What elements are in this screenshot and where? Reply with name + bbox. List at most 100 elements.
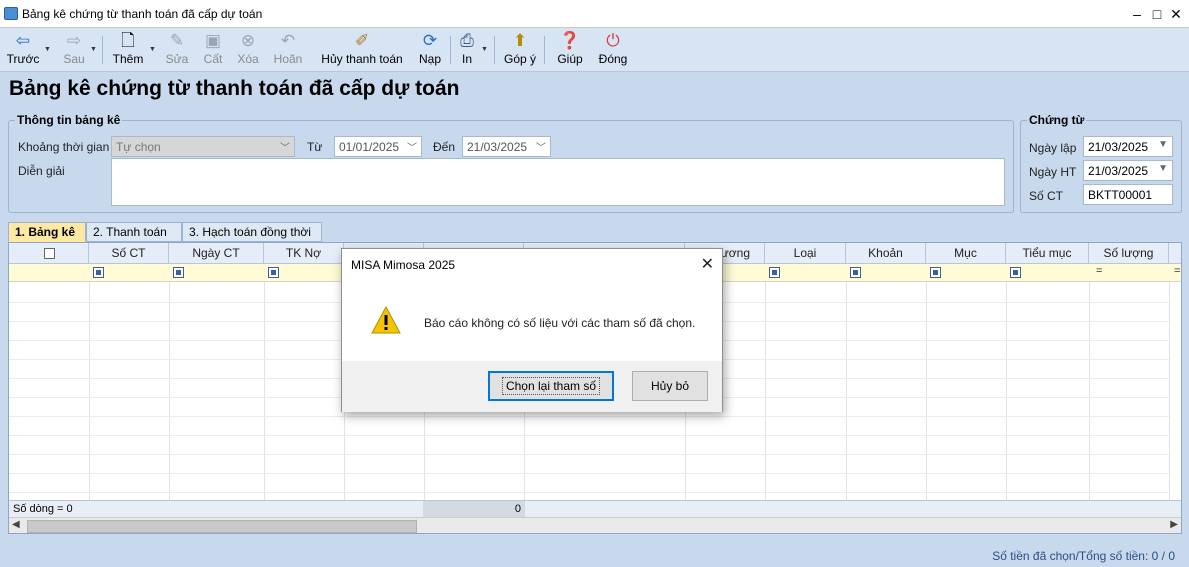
tab-hach-toan[interactable]: 3. Hạch toán đồng thời — [182, 222, 322, 242]
chevron-down-icon: ﹀ — [407, 143, 417, 154]
grid-row-line — [9, 492, 1169, 493]
close-button[interactable]: ⏻ Đóng — [596, 30, 630, 70]
horizontal-scrollbar[interactable]: ◀ ▶ — [9, 517, 1181, 533]
grid-divider — [926, 282, 927, 502]
column-header[interactable]: Tiểu mục — [1006, 243, 1089, 264]
toolbar: ⇦ Trước ▼ ⇨ Sau ▼ 🗋 Thêm ▼ ✎ Sửa ▣ Cất ⊗… — [0, 28, 1189, 72]
description-field[interactable] — [111, 158, 1005, 206]
grid-row-line — [9, 473, 1169, 474]
print-dropdown-icon[interactable]: ▼ — [481, 46, 488, 53]
reload-button[interactable]: ⟳ Nạp — [416, 30, 444, 70]
scroll-right-icon[interactable]: ▶ — [1170, 519, 1178, 530]
select-all-checkbox[interactable] — [44, 248, 55, 259]
grid-row-line — [9, 454, 1169, 455]
edit-button[interactable]: ✎ Sửa — [164, 30, 190, 70]
column-header[interactable]: Số CT — [89, 243, 169, 264]
warning-icon — [371, 306, 401, 334]
caret-down-icon: ▼ — [1158, 139, 1168, 150]
column-header[interactable]: Loại — [765, 243, 846, 264]
select-all-header[interactable] — [9, 243, 89, 264]
help-button[interactable]: ❓ Giúp — [554, 30, 586, 70]
grid-divider — [765, 282, 766, 502]
toolbar-separator — [494, 36, 495, 64]
dialog-title: MISA Mimosa 2025 — [351, 258, 456, 272]
add-dropdown-icon[interactable]: ▼ — [149, 46, 156, 53]
scroll-thumb[interactable] — [27, 520, 417, 533]
print-button[interactable]: ⎙ In — [456, 30, 478, 70]
grid-divider — [264, 282, 265, 502]
posting-date-value: 21/03/2025 — [1088, 164, 1149, 178]
next-button[interactable]: ⇨ Sau — [60, 30, 88, 70]
total-value: 0 — [423, 501, 525, 517]
to-date-value: 21/03/2025 — [467, 140, 528, 154]
filter-icon[interactable] — [268, 267, 279, 278]
refresh-icon: ⟳ — [422, 31, 438, 50]
cancel-payment-button[interactable]: ✐ Hủy thanh toán — [319, 30, 405, 70]
chevron-down-icon: ﹀ — [280, 143, 290, 154]
back-button[interactable]: ⇦ Trước — [6, 30, 40, 70]
grid-divider — [1089, 282, 1090, 502]
help-icon: ❓ — [559, 31, 581, 50]
posting-date-field[interactable]: 21/03/2025 ▼ — [1083, 160, 1173, 181]
toolbar-separator — [544, 36, 545, 64]
back-dropdown-icon[interactable]: ▼ — [44, 46, 51, 53]
filter-icon[interactable] — [930, 267, 941, 278]
column-header[interactable]: Khoản — [846, 243, 926, 264]
undo-button[interactable]: ↶ Hoãn — [272, 30, 304, 70]
to-date-field[interactable]: 21/03/2025 ﹀ — [462, 136, 551, 157]
status-text: Số tiền đã chọn/Tổng số tiền: 0 / 0 — [992, 549, 1175, 563]
delete-button[interactable]: ⊗ Xóa — [234, 30, 262, 70]
cancel-button[interactable]: Hủy bỏ — [632, 371, 708, 401]
app-icon — [4, 7, 18, 20]
reselect-params-button[interactable]: Chọn lại tham số — [488, 371, 614, 401]
voucher-no-label: Số CT — [1029, 189, 1064, 203]
dialog-button-bar: Chọn lại tham số Hủy bỏ — [342, 361, 722, 412]
created-date-field[interactable]: 21/03/2025 ▼ — [1083, 136, 1173, 157]
tab-bang-ke[interactable]: 1. Bảng kê — [8, 222, 86, 242]
equals-filter-icon[interactable]: = — [1096, 265, 1102, 277]
power-icon: ⏻ — [606, 31, 620, 50]
reselect-params-label: Chọn lại tham số — [501, 377, 601, 395]
equals-filter-icon[interactable]: = — [1174, 265, 1180, 277]
feedback-button[interactable]: ⬆ Góp ý — [502, 30, 538, 70]
scroll-left-icon[interactable]: ◀ — [12, 519, 20, 530]
filter-icon[interactable] — [173, 267, 184, 278]
period-label: Khoảng thời gian — [18, 140, 110, 154]
tab-thanh-toan[interactable]: 2. Thanh toán — [86, 222, 182, 242]
minimize-icon[interactable]: – — [1128, 5, 1146, 23]
caret-down-icon: ▼ — [1158, 163, 1168, 174]
column-header[interactable]: Mục — [926, 243, 1006, 264]
info-legend: Thông tin bảng kê — [17, 113, 121, 127]
message-dialog: MISA Mimosa 2025 ✕ Báo cáo không có số l… — [341, 248, 723, 412]
filter-icon[interactable] — [850, 267, 861, 278]
toolbar-separator — [102, 36, 103, 64]
grid-divider — [846, 282, 847, 502]
filter-icon[interactable] — [93, 267, 104, 278]
column-header[interactable]: Số lượng — [1089, 243, 1169, 264]
grid-divider — [169, 282, 170, 502]
edit-document-icon: ✎ — [169, 31, 185, 50]
voucher-no-value: BKTT00001 — [1088, 188, 1153, 202]
next-dropdown-icon[interactable]: ▼ — [90, 46, 97, 53]
row-count: Số dòng = 0 — [13, 503, 73, 515]
filter-icon[interactable] — [769, 267, 780, 278]
filter-icon[interactable] — [1010, 267, 1021, 278]
column-header[interactable]: TK Nợ — [264, 243, 344, 264]
voucher-no-field[interactable]: BKTT00001 — [1083, 184, 1173, 205]
period-select[interactable]: Tự chọn ﹀ — [111, 136, 295, 157]
dialog-close-icon[interactable]: ✕ — [701, 254, 714, 274]
to-label: Đến — [433, 140, 456, 154]
from-date-field[interactable]: 01/01/2025 ﹀ — [334, 136, 422, 157]
arrow-left-icon: ⇦ — [15, 31, 31, 50]
from-label: Từ — [307, 140, 323, 154]
title-bar: Bảng kê chứng từ thanh toán đã cấp dự to… — [0, 0, 1189, 28]
column-header[interactable]: Ngày CT — [169, 243, 264, 264]
printer-icon: ⎙ — [460, 31, 474, 50]
grid-divider — [1006, 282, 1007, 502]
maximize-icon[interactable]: □ — [1148, 5, 1166, 23]
grid-row-line — [9, 416, 1169, 417]
floppy-disk-icon: ▣ — [204, 31, 222, 50]
close-window-icon[interactable]: ✕ — [1167, 5, 1185, 23]
save-button[interactable]: ▣ Cất — [200, 30, 226, 70]
add-button[interactable]: 🗋 Thêm — [112, 30, 144, 70]
